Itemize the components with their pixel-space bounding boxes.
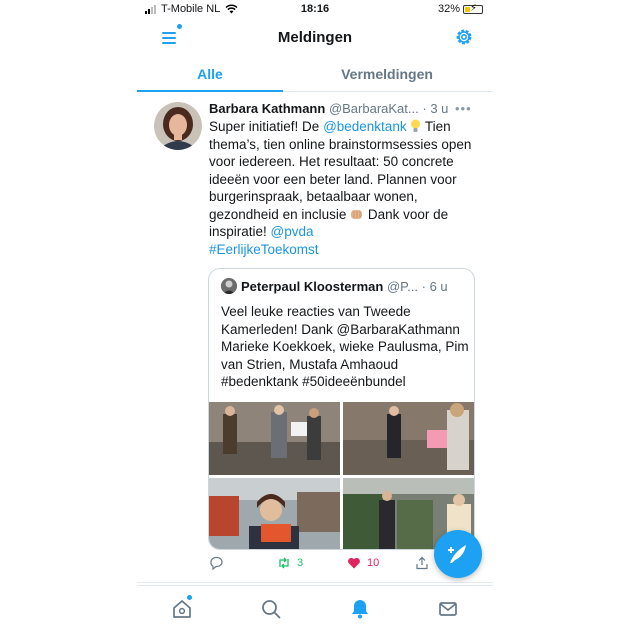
tweet-time: 3 u bbox=[430, 101, 449, 116]
hashtag-link[interactable]: #EerlijkeToekomst bbox=[209, 242, 319, 257]
notification-tabs: Alle Vermeldingen bbox=[137, 58, 493, 92]
battery-percent: 32% bbox=[437, 3, 460, 15]
like-count: 10 bbox=[367, 557, 380, 569]
phone-screen: T-Mobile NL 18:16 32% ⚡ Meldingen Alle V… bbox=[137, 0, 493, 630]
retweet-icon bbox=[279, 557, 289, 569]
bell-icon[interactable] bbox=[349, 598, 371, 620]
retweet-count: 3 bbox=[297, 557, 304, 569]
quoted-author-name: Peterpaul Kloosterman bbox=[241, 279, 384, 294]
quoted-tweet-header: Peterpaul Kloosterman @P... · 6 u bbox=[221, 278, 471, 294]
quoted-tweet[interactable]: Peterpaul Kloosterman @P... · 6 u Veel l… bbox=[208, 268, 475, 550]
battery-icon: ⚡ bbox=[463, 3, 483, 14]
page-title: Meldingen bbox=[277, 29, 353, 46]
top-header: Meldingen bbox=[137, 18, 493, 58]
status-right: 32% ⚡ bbox=[438, 3, 483, 15]
tab-mentions[interactable]: Vermeldingen bbox=[297, 66, 477, 82]
quoted-author-handle: @P... bbox=[386, 279, 418, 294]
author-name[interactable]: Barbara Kathmann bbox=[209, 101, 325, 116]
photo-3[interactable] bbox=[209, 478, 340, 549]
bottom-nav bbox=[137, 585, 493, 630]
tweet-text-part: Super initiatief! De bbox=[209, 119, 324, 134]
photo-2[interactable] bbox=[343, 402, 474, 475]
meta-separator: · bbox=[422, 101, 427, 116]
home-icon[interactable] bbox=[171, 598, 193, 620]
share-icon bbox=[416, 556, 428, 570]
photo-grid bbox=[209, 402, 474, 549]
compose-icon bbox=[448, 545, 466, 563]
tab-all[interactable]: Alle bbox=[137, 66, 283, 82]
reply-button[interactable] bbox=[209, 556, 223, 570]
compose-button[interactable] bbox=[434, 530, 482, 578]
tweet[interactable]: Barbara Kathmann @BarbaraKat... · 3 u ••… bbox=[137, 93, 493, 583]
gear-icon[interactable] bbox=[453, 26, 475, 48]
mention-link[interactable]: @bedenktank bbox=[323, 119, 407, 134]
tweet-text: Super initiatief! De @bedenktank Tien th… bbox=[209, 118, 481, 258]
fist-bump-icon bbox=[351, 209, 363, 219]
tweet-header: Barbara Kathmann @BarbaraKat... · 3 u bbox=[209, 101, 493, 116]
quoted-avatar bbox=[221, 278, 237, 294]
mail-icon[interactable] bbox=[437, 598, 459, 620]
more-icon[interactable]: ••• bbox=[455, 101, 472, 116]
photo-1[interactable] bbox=[209, 402, 340, 475]
search-icon[interactable] bbox=[260, 598, 282, 620]
reply-icon bbox=[210, 556, 223, 570]
like-button[interactable]: 10 bbox=[347, 556, 379, 570]
retweet-button[interactable]: 3 bbox=[277, 556, 303, 570]
quoted-tweet-text: Veel leuke reacties van Tweede Kamerlede… bbox=[221, 304, 469, 389]
quoted-tweet-time: 6 u bbox=[429, 279, 448, 294]
active-tab-indicator bbox=[137, 90, 283, 92]
status-bar: T-Mobile NL 18:16 32% ⚡ bbox=[137, 0, 493, 18]
author-handle[interactable]: @BarbaraKat... bbox=[329, 101, 419, 116]
home-unread-dot bbox=[187, 595, 192, 600]
meta-separator: · bbox=[421, 279, 426, 294]
share-button[interactable] bbox=[415, 556, 429, 570]
lightbulb-icon bbox=[411, 119, 421, 132]
mention-link[interactable]: @pvda bbox=[271, 224, 314, 239]
heart-icon bbox=[348, 557, 360, 569]
avatar[interactable] bbox=[154, 102, 202, 150]
